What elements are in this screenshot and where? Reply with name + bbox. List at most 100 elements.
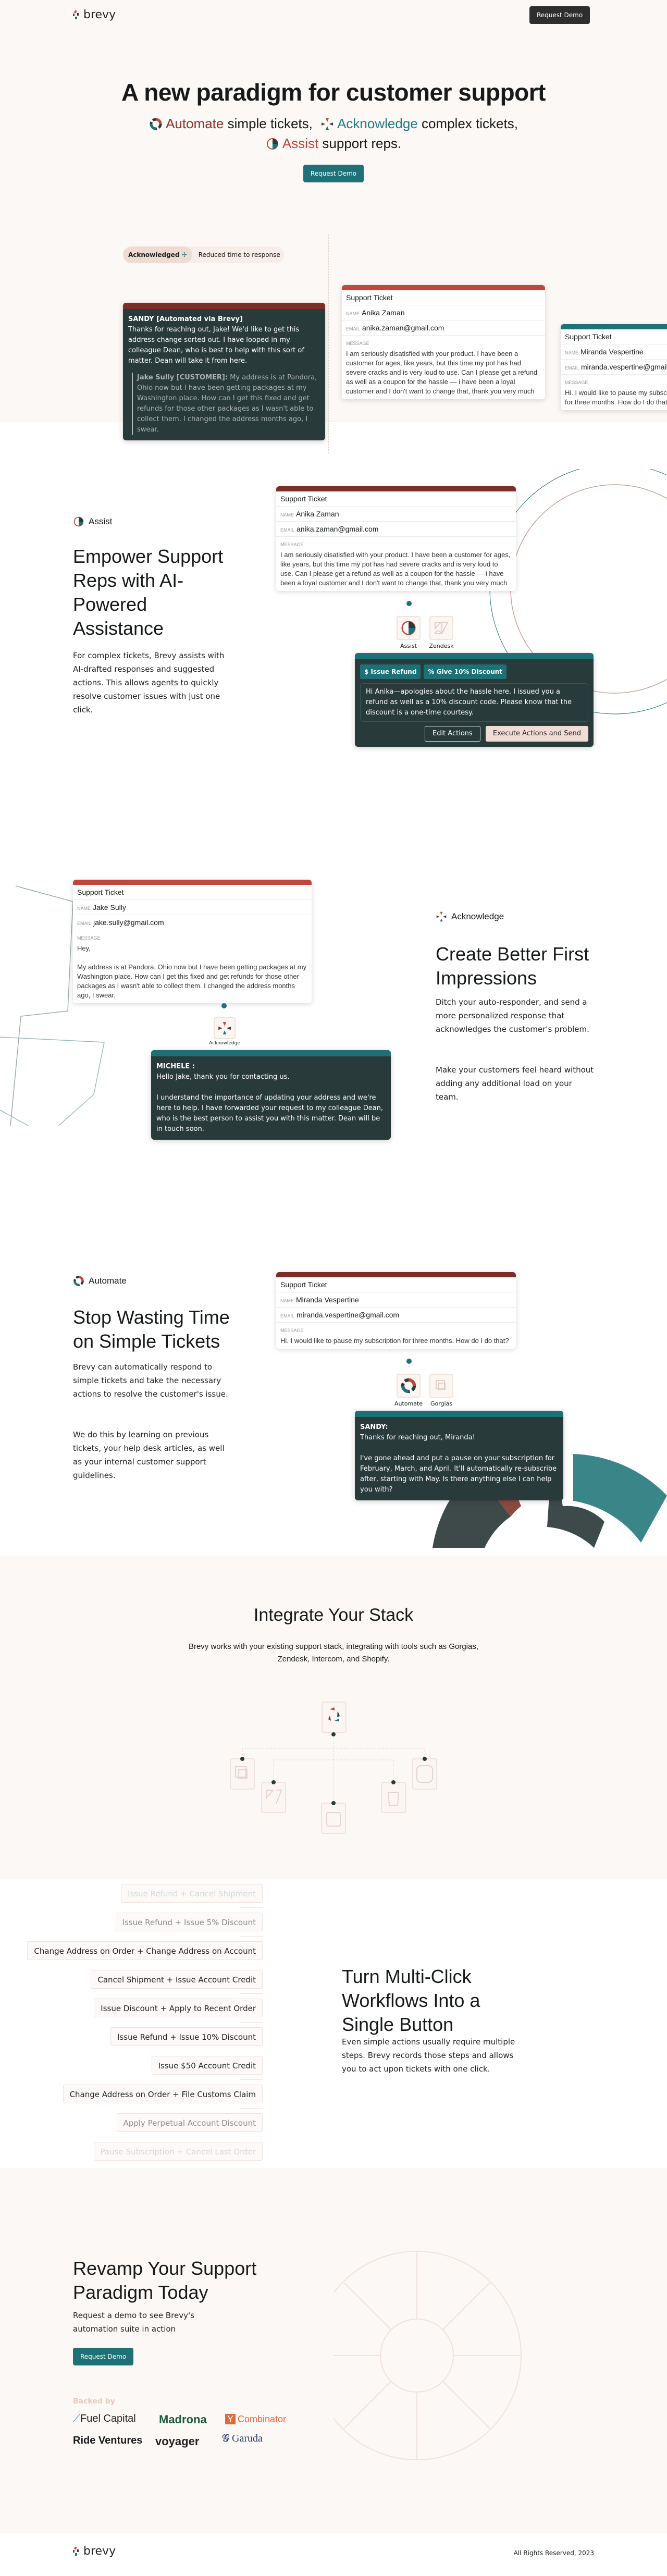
pill-acknowledged-label: Acknowledged — [128, 251, 180, 258]
workflow-divider — [240, 1936, 263, 1937]
ticket-name-row: NAME Anika Zaman — [276, 507, 516, 522]
workflow-button[interactable]: Issue Discount + Apply to Recent Order — [94, 1999, 263, 2017]
hero-ticket-miranda: Support Ticket NAME Miranda Vespertine EM… — [561, 324, 667, 410]
give-discount-chip[interactable]: % Give 10% Discount — [424, 664, 507, 679]
node-label-zendesk: Zendesk — [429, 643, 454, 649]
quote-author: Jake Sully [CUSTOMER]: — [137, 374, 228, 381]
hero-subtitle-line2: Assist support reps. — [0, 133, 667, 153]
pill-acknowledged: Acknowledged ✢ — [123, 246, 192, 263]
connector-dot — [406, 601, 412, 606]
backer-name: Combinator — [238, 2414, 287, 2424]
assist-body: For complex tickets, Brevy assists with … — [73, 651, 225, 714]
message-label: MESSAGE — [77, 935, 101, 941]
workflow-divider — [240, 2108, 263, 2109]
node-acknowledge — [214, 1017, 236, 1039]
message-text: I am seriously disatisfied with your pro… — [346, 350, 538, 395]
pill-text: Reduced time to response — [198, 251, 280, 258]
name-label: NAME — [77, 906, 91, 911]
ticket-title: Support Ticket — [276, 491, 516, 507]
acknowledge-word: Acknowledge — [337, 116, 418, 131]
backer-fuel-capital: ⟋Fuel Capital — [73, 2413, 136, 2425]
draft-response[interactable]: Hi Anika—apologies about the hassle here… — [360, 683, 588, 722]
email-label: EMAIL — [280, 1313, 295, 1318]
automate-icon — [150, 118, 162, 130]
assist-label: Assist — [89, 516, 113, 526]
acknowledge-icon — [218, 1022, 231, 1034]
brand-logo[interactable]: brevy — [73, 8, 116, 21]
fuel-capital-icon: ⟋ — [73, 2413, 80, 2424]
acknowledge-rest: complex tickets, — [417, 116, 518, 131]
status-pill: Acknowledged ✢ Reduced time to response — [123, 246, 285, 263]
workflow-button[interactable]: Apply Perpetual Account Discount — [116, 2113, 263, 2132]
zendesk-icon — [434, 622, 449, 634]
copyright: All Rights Reserved, 2023 — [513, 2549, 594, 2557]
workflow-divider — [240, 2022, 263, 2023]
acknowledge-section-label: Acknowledge — [436, 911, 504, 922]
ticket-title: Support Ticket — [342, 290, 545, 305]
brevy-logo-icon — [73, 10, 79, 19]
sandy-response-card: SANDY [Automated via Brevy] Thanks for r… — [123, 303, 325, 440]
hero-request-demo-button[interactable]: Request Demo — [303, 165, 364, 182]
garuda-icon: 𝓖 — [222, 2433, 230, 2444]
ticket-title: Support Ticket — [276, 1277, 516, 1292]
brand-name: brevy — [83, 8, 116, 21]
ticket-email: miranda.vespertine@gmail.com — [581, 363, 667, 371]
assist-section-label: Assist — [73, 516, 112, 527]
hero-cta-wrap: Request Demo — [0, 165, 667, 182]
shopify-node — [381, 1782, 406, 1813]
message-text: Hi. I would like to pause my subscriptio… — [565, 389, 667, 406]
workflow-button[interactable]: Change Address on Order + Change Address… — [27, 1941, 263, 1960]
workflow-divider — [240, 1907, 263, 1908]
cta-request-demo-button[interactable]: Request Demo — [73, 2348, 134, 2365]
cta-title: Revamp Your Support Paradigm Today — [73, 2258, 257, 2303]
message-text: I am seriously disatisfied with your pro… — [280, 551, 511, 587]
acknowledge-label: Acknowledge — [451, 911, 504, 921]
footer-brand: brevy — [83, 2545, 116, 2558]
workflow-button[interactable]: Issue Refund + Issue 5% Discount — [115, 1913, 263, 1931]
workflow-button[interactable]: Issue Refund + Issue 10% Discount — [110, 2027, 263, 2046]
connector-line — [328, 235, 329, 453]
connector-dot — [406, 1359, 412, 1364]
issue-refund-chip[interactable]: $ Issue Refund — [360, 664, 421, 679]
automate-label: Automate — [89, 1276, 127, 1286]
workflow-button[interactable]: Cancel Shipment + Issue Account Credit — [91, 1970, 263, 1989]
name-label: NAME — [565, 350, 579, 355]
workflow-button[interactable]: Issue Refund + Cancel Shipment — [121, 1884, 263, 1903]
header-request-demo-button[interactable]: Request Demo — [529, 6, 590, 24]
zendesk-node — [261, 1782, 286, 1813]
node-automate — [397, 1374, 421, 1398]
footer-logo[interactable]: brevy — [73, 2545, 116, 2558]
backer-voyager: voyager — [155, 2435, 200, 2448]
quote-text: My address is at Pandora, Ohio now but I… — [137, 374, 317, 434]
automate-body-2: We do this by learning on previous ticke… — [73, 1430, 225, 1480]
ticket-name-row: NAME Miranda Vespertine — [276, 1292, 516, 1308]
ticket-email-row: EMAIL anika.zaman@gmail.com — [276, 522, 516, 537]
ticket-email-row: EMAIL anika.zaman@gmail.com — [342, 321, 545, 336]
hero-title: A new paradigm for customer support — [121, 79, 546, 106]
workflow-button[interactable]: Pause Subscription + Cancel Last Order — [93, 2142, 263, 2161]
ticket-name: Anika Zaman — [296, 510, 339, 518]
acknowledge-body-2: Make your customers feel heard without a… — [436, 1065, 594, 1102]
ticket-name: Jake Sully — [93, 903, 126, 911]
workflow-button[interactable]: Issue $50 Account Credit — [151, 2056, 263, 2075]
node-label-gorgias: Gorgias — [430, 1400, 453, 1407]
ticket-email-row: EMAILmiranda.vespertine@gmail.com — [561, 360, 667, 375]
reply-line-2: I understand the importance of updating … — [156, 1094, 384, 1133]
hero-subtitle-line1: Automate simple tickets, Acknowledge com… — [0, 114, 667, 133]
ticket-name-row: NAME Miranda Vespertine — [561, 344, 667, 360]
execute-actions-button[interactable]: Execute Actions and Send — [485, 726, 588, 742]
ticket-message: MESSAGE I am seriously disatisfied with y… — [342, 336, 545, 399]
workflow-button[interactable]: Change Address on Order + File Customs C… — [63, 2085, 263, 2103]
sandy-author: SANDY [Automated via Brevy] — [128, 315, 243, 323]
sandy-text: Thanks for reaching out, Jake! We'd like… — [128, 326, 304, 365]
ticket-name-row: NAME Anika Zaman — [342, 305, 545, 321]
email-label: EMAIL — [77, 921, 92, 926]
cta-body: Request a demo to see Brevy's automation… — [73, 2311, 194, 2334]
ticket-email: anika.zaman@gmail.com — [297, 525, 379, 533]
backer-madrona: Madrona — [159, 2413, 207, 2426]
automate-title: Stop Wasting Time on Simple Tickets — [73, 1307, 230, 1352]
workflows-body: Even simple actions usually require mult… — [342, 2037, 515, 2074]
acknowledge-icon — [436, 911, 447, 922]
intercom-node — [321, 1803, 346, 1834]
edit-actions-button[interactable]: Edit Actions — [424, 726, 480, 742]
